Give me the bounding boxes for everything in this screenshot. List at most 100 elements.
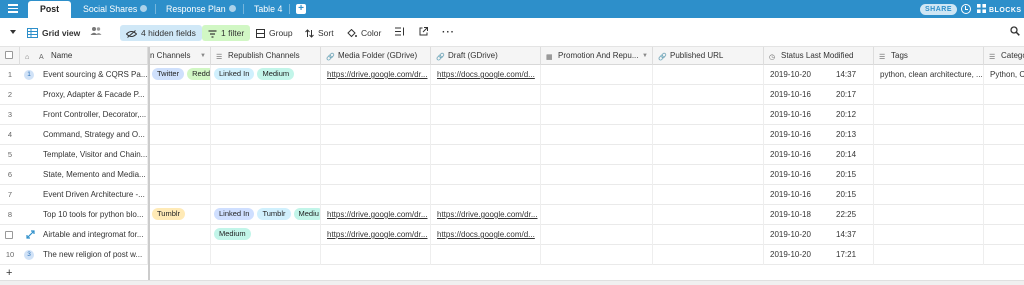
table-row[interactable]: 2 Proxy, Adapter & Facade P... 2019-10-16 2… bbox=[0, 85, 1024, 105]
channels-cell[interactable] bbox=[150, 245, 211, 265]
tags-cell[interactable] bbox=[874, 145, 984, 165]
name-cell[interactable]: State, Memento and Media... bbox=[38, 165, 148, 185]
media-folder-link[interactable]: https://drive.google.com/dr... bbox=[321, 205, 431, 225]
category-cell[interactable]: Python, C bbox=[984, 65, 1024, 85]
media-folder-link[interactable] bbox=[321, 245, 431, 265]
channels-cell[interactable] bbox=[150, 105, 211, 125]
published-url-cell[interactable] bbox=[653, 245, 764, 265]
promotion-cell[interactable] bbox=[541, 65, 653, 85]
media-folder-link[interactable] bbox=[321, 145, 431, 165]
table-row[interactable]: 5 Template, Visitor and Chain... 2019-10-1… bbox=[0, 145, 1024, 165]
media-folder-link[interactable] bbox=[321, 85, 431, 105]
comment-count-badge[interactable]: 1 bbox=[24, 70, 34, 80]
add-table-button[interactable]: + bbox=[296, 4, 306, 14]
media-folder-link[interactable] bbox=[321, 105, 431, 125]
promotion-cell[interactable] bbox=[541, 125, 653, 145]
republish-channels-cell[interactable]: Medium bbox=[211, 225, 321, 245]
promotion-cell[interactable] bbox=[541, 85, 653, 105]
column-header-media-folder[interactable]: 🔗 Media Folder (GDrive) bbox=[321, 47, 431, 65]
tags-cell[interactable] bbox=[874, 205, 984, 225]
name-cell[interactable]: Event Driven Architecture -... bbox=[38, 185, 148, 205]
table-row[interactable]: 1 1 Event sourcing & CQRS Pa... Twitter Redd… bbox=[0, 65, 1024, 85]
name-cell[interactable]: Airtable and integromat for... bbox=[38, 225, 148, 245]
column-header-promotion[interactable]: ▦ Promotion And Repu... ▼ bbox=[541, 47, 653, 65]
tags-cell[interactable] bbox=[874, 165, 984, 185]
column-header-republish-channels[interactable]: ☰ Republish Channels bbox=[211, 47, 321, 65]
search-button[interactable] bbox=[1010, 25, 1020, 41]
menu-icon[interactable] bbox=[8, 4, 18, 14]
column-header-name[interactable]: ⌂ A Name bbox=[20, 47, 148, 65]
table-row[interactable]: 10 3 The new religion of post w... 2019-10-… bbox=[0, 245, 1024, 265]
status-last-modified-cell[interactable]: 2019-10-16 20:15 bbox=[764, 185, 874, 205]
republish-channels-cell[interactable] bbox=[211, 105, 321, 125]
draft-link[interactable]: https://drive.google.com/dr... bbox=[431, 205, 541, 225]
column-header-published-url[interactable]: 🔗 Published URL bbox=[653, 47, 764, 65]
status-last-modified-cell[interactable]: 2019-10-16 20:17 bbox=[764, 85, 874, 105]
column-header-status-last-modified[interactable]: ◷ Status Last Modified bbox=[764, 47, 874, 65]
sort-button[interactable]: Sort bbox=[305, 25, 334, 41]
name-cell[interactable]: Front Controller, Decorator,... bbox=[38, 105, 148, 125]
promotion-cell[interactable] bbox=[541, 165, 653, 185]
category-cell[interactable] bbox=[984, 165, 1024, 185]
channels-cell[interactable]: Tumblr bbox=[150, 205, 211, 225]
republish-channels-cell[interactable] bbox=[211, 245, 321, 265]
status-last-modified-cell[interactable]: 2019-10-16 20:15 bbox=[764, 165, 874, 185]
published-url-cell[interactable] bbox=[653, 145, 764, 165]
status-last-modified-cell[interactable]: 2019-10-16 20:12 bbox=[764, 105, 874, 125]
promotion-cell[interactable] bbox=[541, 245, 653, 265]
draft-link[interactable]: https://docs.google.com/d... bbox=[431, 225, 541, 245]
view-switcher[interactable]: Grid view bbox=[27, 25, 80, 41]
republish-channels-cell[interactable]: Linked In Medium bbox=[211, 65, 321, 85]
filter-button[interactable]: 1 filter bbox=[202, 25, 251, 41]
tags-cell[interactable] bbox=[874, 105, 984, 125]
draft-link[interactable]: https://docs.google.com/d... bbox=[431, 65, 541, 85]
column-header-channels[interactable]: n Channels ▼ bbox=[150, 47, 211, 65]
category-cell[interactable] bbox=[984, 205, 1024, 225]
draft-link[interactable] bbox=[431, 165, 541, 185]
group-button[interactable]: Group bbox=[256, 25, 293, 41]
channels-cell[interactable] bbox=[150, 125, 211, 145]
table-row[interactable]: Airtable and integromat for... Medium http… bbox=[0, 225, 1024, 245]
name-cell[interactable]: Command, Strategy and O... bbox=[38, 125, 148, 145]
published-url-cell[interactable] bbox=[653, 165, 764, 185]
table-row[interactable]: 3 Front Controller, Decorator,... 2019-10-… bbox=[0, 105, 1024, 125]
add-record-button[interactable]: + bbox=[0, 266, 148, 280]
name-cell[interactable]: Event sourcing & CQRS Pa... bbox=[38, 65, 148, 85]
select-all-checkbox[interactable] bbox=[5, 51, 13, 59]
tab-response-plan[interactable]: Response Plan bbox=[154, 1, 236, 18]
channels-cell[interactable] bbox=[150, 185, 211, 205]
category-cell[interactable] bbox=[984, 185, 1024, 205]
expand-record-icon[interactable] bbox=[26, 230, 35, 239]
tab-social-shares[interactable]: Social Shares bbox=[71, 1, 148, 18]
table-row[interactable]: 6 State, Memento and Media... 2019-10-16 20… bbox=[0, 165, 1024, 185]
channels-cell[interactable] bbox=[150, 225, 211, 245]
category-cell[interactable] bbox=[984, 105, 1024, 125]
category-cell[interactable] bbox=[984, 145, 1024, 165]
tags-cell[interactable]: python, clean architecture, ... bbox=[874, 65, 984, 85]
republish-channels-cell[interactable] bbox=[211, 185, 321, 205]
tab-table-4[interactable]: Table 4 bbox=[242, 1, 282, 18]
table-row[interactable]: 4 Command, Strategy and O... 2019-10-16 20:… bbox=[0, 125, 1024, 145]
promotion-cell[interactable] bbox=[541, 225, 653, 245]
table-row[interactable]: 8 Top 10 tools for python blo... Tumblr Lin… bbox=[0, 205, 1024, 225]
table-row[interactable]: 7 Event Driven Architecture -... 2019-10-1… bbox=[0, 185, 1024, 205]
published-url-cell[interactable] bbox=[653, 85, 764, 105]
promotion-cell[interactable] bbox=[541, 185, 653, 205]
hidden-fields-button[interactable]: 4 hidden fields bbox=[120, 25, 202, 41]
status-last-modified-cell[interactable]: 2019-10-16 20:13 bbox=[764, 125, 874, 145]
row-checkbox[interactable] bbox=[5, 231, 13, 239]
draft-link[interactable] bbox=[431, 85, 541, 105]
tags-cell[interactable] bbox=[874, 85, 984, 105]
column-header-tags[interactable]: ☰ Tags bbox=[874, 47, 984, 65]
color-button[interactable]: Color bbox=[347, 25, 381, 41]
published-url-cell[interactable] bbox=[653, 225, 764, 245]
tags-cell[interactable] bbox=[874, 185, 984, 205]
republish-channels-cell[interactable] bbox=[211, 85, 321, 105]
category-cell[interactable] bbox=[984, 245, 1024, 265]
promotion-cell[interactable] bbox=[541, 105, 653, 125]
republish-channels-cell[interactable]: Linked In Tumblr Mediu bbox=[211, 205, 321, 225]
republish-channels-cell[interactable] bbox=[211, 125, 321, 145]
channels-cell[interactable] bbox=[150, 145, 211, 165]
comment-count-badge[interactable]: 3 bbox=[24, 250, 34, 260]
view-switcher-toggle[interactable] bbox=[9, 25, 17, 41]
